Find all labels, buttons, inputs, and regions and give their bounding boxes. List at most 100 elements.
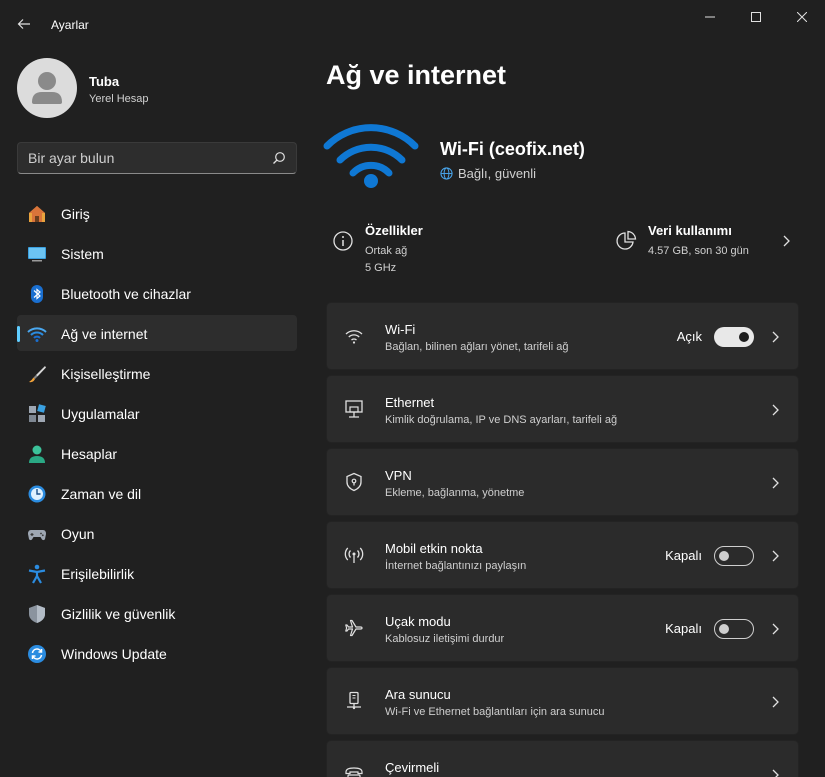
search-icon[interactable]	[272, 151, 286, 165]
update-icon	[27, 644, 47, 664]
wifi-toggle[interactable]	[714, 327, 754, 347]
back-button[interactable]	[10, 10, 38, 38]
sidebar-item-label: Giriş	[61, 206, 90, 222]
sidebar-item-label: Bluetooth ve cihazlar	[61, 286, 191, 302]
minimize-button[interactable]	[687, 0, 733, 34]
airplane-mode-toggle[interactable]	[714, 619, 754, 639]
user-silhouette-icon	[32, 72, 62, 104]
network-icon	[27, 324, 47, 344]
search-input[interactable]	[18, 143, 258, 173]
card-ethernet[interactable]: Ethernet Kimlik doğrulama, IP ve DNS aya…	[326, 375, 799, 443]
profile-account-type: Yerel Hesap	[89, 93, 149, 105]
card-title: Çevirmeli	[385, 760, 440, 775]
sidebar-item-label: Uygulamalar	[61, 406, 140, 422]
proxy-icon	[343, 690, 365, 712]
close-icon	[797, 12, 807, 22]
system-icon	[27, 244, 47, 264]
connection-status-text: Bağlı, güvenli	[458, 166, 537, 181]
sidebar-item-gaming[interactable]: Oyun	[17, 515, 297, 551]
maximize-button[interactable]	[733, 0, 779, 34]
sidebar-item-label: Ağ ve internet	[61, 326, 148, 342]
home-icon	[27, 204, 47, 224]
properties-title: Özellikler	[365, 223, 423, 238]
settings-cards: Wi-Fi Bağlan, bilinen ağları yönet, tari…	[326, 302, 799, 777]
maximize-icon	[751, 12, 761, 22]
bluetooth-icon	[27, 284, 47, 304]
shield-icon	[27, 604, 47, 624]
time-language-icon	[27, 484, 47, 504]
info-icon	[333, 231, 353, 251]
sidebar-item-network[interactable]: Ağ ve internet	[17, 315, 297, 351]
sidebar-item-label: Gizlilik ve güvenlik	[61, 606, 176, 622]
sidebar-item-apps[interactable]: Uygulamalar	[17, 395, 297, 431]
toggle-knob	[739, 332, 749, 342]
title-bar: Ayarlar	[0, 0, 825, 48]
page-title: Ağ ve internet	[326, 60, 507, 90]
card-subtitle: Kablosuz iletişimi durdur	[385, 633, 505, 645]
wifi-hero-icon	[323, 124, 419, 188]
card-subtitle: Bağlan, bilinen ağları yönet, tarifeli a…	[385, 341, 569, 353]
close-button[interactable]	[779, 0, 825, 34]
sidebar-nav: Giriş Sistem Bluetooth ve cihazlar Ağ ve…	[17, 195, 297, 675]
card-title: Ethernet	[385, 395, 435, 410]
card-subtitle: Ekleme, bağlanma, yönetme	[385, 487, 525, 499]
sidebar-item-label: Sistem	[61, 246, 104, 262]
dialup-icon	[343, 763, 365, 777]
accounts-icon	[27, 444, 47, 464]
sidebar-item-privacy[interactable]: Gizlilik ve güvenlik	[17, 595, 297, 631]
card-subtitle: İnternet bağlantınızı paylaşın	[385, 560, 527, 572]
apps-icon	[27, 404, 47, 424]
toggle-state-label: Açık	[676, 329, 702, 344]
airplane-icon	[343, 617, 365, 639]
sidebar-item-label: Erişilebilirlik	[61, 566, 135, 582]
avatar	[17, 58, 77, 118]
chevron-right-icon	[783, 235, 790, 247]
app-title: Ayarlar	[51, 18, 89, 32]
properties-network-type: Ortak ağ	[365, 245, 408, 257]
card-airplane-mode[interactable]: Uçak modu Kablosuz iletişimi durdur Kapa…	[326, 594, 799, 662]
wifi-icon	[343, 325, 365, 347]
chevron-right-icon	[772, 331, 779, 343]
chevron-right-icon	[772, 623, 779, 635]
sidebar-item-home[interactable]: Giriş	[17, 195, 297, 231]
toggle-knob	[719, 551, 729, 561]
card-proxy[interactable]: Ara sunucu Wi-Fi ve Ethernet bağlantılar…	[326, 667, 799, 735]
sidebar-item-label: Oyun	[61, 526, 95, 542]
chevron-right-icon	[772, 404, 779, 416]
accessibility-icon	[27, 564, 47, 584]
card-title: VPN	[385, 468, 412, 483]
toggle-knob	[719, 624, 729, 634]
data-usage-title: Veri kullanımı	[648, 223, 732, 238]
sidebar-item-windows-update[interactable]: Windows Update	[17, 635, 297, 671]
profile-name: Tuba	[89, 74, 120, 89]
card-wifi[interactable]: Wi-Fi Bağlan, bilinen ağları yönet, tari…	[326, 302, 799, 370]
hotspot-icon	[343, 544, 365, 566]
chevron-right-icon	[772, 477, 779, 489]
connection-status: Bağlı, güvenli	[440, 166, 536, 181]
card-title: Wi-Fi	[385, 322, 416, 337]
sidebar-item-accounts[interactable]: Hesaplar	[17, 435, 297, 471]
card-subtitle: Wi-Fi ve Ethernet bağlantıları için ara …	[385, 706, 605, 718]
card-title: Mobil etkin nokta	[385, 541, 483, 556]
sidebar-item-time-language[interactable]: Zaman ve dil	[17, 475, 297, 511]
vpn-shield-icon	[343, 471, 365, 493]
sidebar-item-personalization[interactable]: Kişiselleştirme	[17, 355, 297, 391]
card-title: Ara sunucu	[385, 687, 451, 702]
chevron-right-icon	[772, 550, 779, 562]
sidebar-item-accessibility[interactable]: Erişilebilirlik	[17, 555, 297, 591]
card-vpn[interactable]: VPN Ekleme, bağlanma, yönetme	[326, 448, 799, 516]
card-subtitle: Kimlik doğrulama, IP ve DNS ayarları, ta…	[385, 414, 618, 426]
globe-icon	[440, 167, 453, 180]
chevron-right-icon	[772, 769, 779, 777]
minimize-icon	[705, 16, 715, 18]
sidebar-item-label: Hesaplar	[61, 446, 118, 462]
properties-band: 5 GHz	[365, 262, 397, 274]
sidebar-item-bluetooth[interactable]: Bluetooth ve cihazlar	[17, 275, 297, 311]
sidebar-item-system[interactable]: Sistem	[17, 235, 297, 271]
mobile-hotspot-toggle[interactable]	[714, 546, 754, 566]
sidebar-item-label: Kişiselleştirme	[61, 366, 151, 382]
gamepad-icon	[27, 524, 47, 544]
data-usage-value: 4.57 GB, son 30 gün	[648, 245, 749, 257]
card-dialup[interactable]: Çevirmeli	[326, 740, 799, 777]
card-mobile-hotspot[interactable]: Mobil etkin nokta İnternet bağlantınızı …	[326, 521, 799, 589]
